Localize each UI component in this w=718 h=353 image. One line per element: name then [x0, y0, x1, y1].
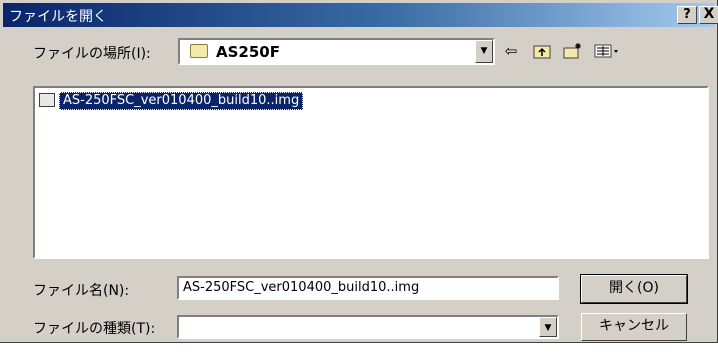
filetype-dropdown[interactable]: ▼	[177, 315, 559, 339]
file-list[interactable]: AS-250FSC_ver010400_build10..img	[33, 86, 709, 259]
help-button[interactable]: ?	[677, 6, 697, 24]
location-value: AS250F	[216, 43, 280, 61]
folder-icon	[190, 44, 208, 58]
back-arrow-icon[interactable]: ⇦	[499, 40, 523, 62]
close-button[interactable]: X	[699, 6, 718, 24]
location-dropdown[interactable]: AS250F ▼	[178, 38, 495, 65]
filetype-label: ファイルの種類(T):	[33, 321, 156, 337]
file-name: AS-250FSC_ver010400_build10..img	[59, 92, 304, 110]
open-button[interactable]: 開く(O)	[580, 274, 688, 304]
filename-field[interactable]: AS-250FSC_ver010400_build10..img	[177, 276, 559, 300]
cancel-button[interactable]: キャンセル	[581, 313, 687, 341]
up-folder-icon[interactable]	[530, 40, 554, 62]
filename-label: ファイル名(N):	[33, 283, 130, 299]
new-folder-icon[interactable]	[561, 40, 585, 62]
location-dropdown-arrow[interactable]: ▼	[475, 40, 493, 63]
filetype-dropdown-arrow[interactable]: ▼	[539, 317, 557, 337]
disk-image-icon	[39, 93, 55, 107]
location-label: ファイルの場所(I):	[33, 46, 151, 62]
title-bar[interactable]: ファイルを開く ? X	[3, 3, 718, 27]
view-menu-icon[interactable]	[592, 40, 622, 62]
dialog-title: ファイルを開く	[9, 9, 107, 25]
open-file-dialog: ファイルを開く ? X ファイルの場所(I): AS250F ▼ ⇦ AS-25…	[0, 0, 718, 343]
